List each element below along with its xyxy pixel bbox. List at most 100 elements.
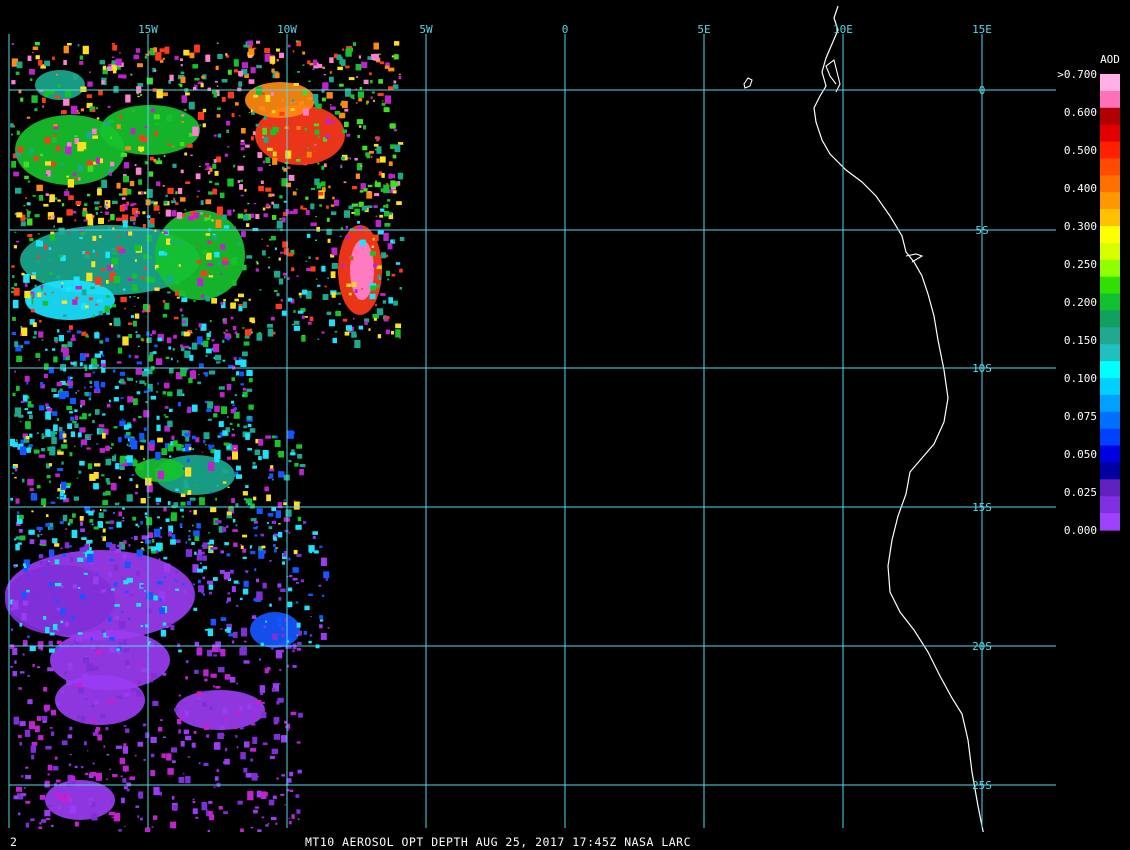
aerosol-pixel <box>192 808 198 815</box>
aerosol-pixel <box>105 251 110 259</box>
aerosol-pixel <box>162 313 168 318</box>
aerosol-pixel <box>213 159 217 163</box>
aerosol-pixel <box>317 338 320 340</box>
aerosol-pixel <box>265 94 271 102</box>
aerosol-pixel <box>149 443 155 451</box>
aerosol-pixel <box>69 726 73 731</box>
aerosol-pixel <box>220 628 223 630</box>
aerosol-pixel <box>36 184 43 192</box>
aerosol-pixel <box>184 268 190 276</box>
aerosol-pixel <box>15 187 22 194</box>
legend-swatch <box>1100 513 1120 531</box>
aerosol-pixel <box>369 293 376 300</box>
aerosol-pixel <box>373 42 379 50</box>
aerosol-pixel <box>92 419 95 424</box>
aerosol-pixel <box>392 190 397 194</box>
aerosol-pixel <box>162 391 167 395</box>
aerosol-pixel <box>296 741 301 744</box>
aerosol-pixel <box>251 615 257 619</box>
aerosol-pixel <box>242 588 249 595</box>
aerosol-pixel <box>281 626 284 631</box>
aerosol-pixel <box>237 242 241 245</box>
aerosol-pixel <box>292 191 297 196</box>
aerosol-pixel <box>280 793 285 796</box>
aerosol-pixel <box>326 217 330 222</box>
aerosol-pixel <box>17 720 20 723</box>
aerosol-pixel <box>394 41 400 46</box>
aerosol-pixel <box>310 266 316 272</box>
aerosol-pixel <box>390 144 395 149</box>
aerosol-pixel <box>79 362 83 367</box>
aerosol-pixel <box>112 369 116 373</box>
aerosol-pixel <box>70 431 76 437</box>
aerosol-pixel <box>40 153 44 157</box>
aerosol-pixel <box>36 716 41 721</box>
aerosol-pixel <box>94 409 100 415</box>
aerosol-pixel <box>106 295 110 298</box>
aerosol-pixel <box>220 725 225 730</box>
aerosol-pixel <box>11 286 14 290</box>
aerosol-pixel <box>118 829 122 832</box>
aerosol-pixel <box>387 271 390 275</box>
aerosol-pixel <box>133 305 136 307</box>
aerosol-pixel <box>247 423 252 428</box>
aerosol-pixel <box>399 287 402 290</box>
aerosol-pixel <box>179 290 186 297</box>
aerosol-pixel <box>185 436 190 442</box>
aerosol-pixel <box>10 628 13 632</box>
aerosol-pixel <box>263 213 268 218</box>
aerosol-pixel <box>39 539 47 545</box>
aerosol-pixel <box>135 380 138 383</box>
aerosol-pixel <box>318 584 322 587</box>
aerosol-pixel <box>391 273 396 277</box>
aerosol-pixel <box>100 381 106 388</box>
legend-swatch <box>1100 496 1120 514</box>
aerosol-pixel <box>297 630 302 636</box>
aerosol-pixel <box>281 649 285 653</box>
aerosol-pixel <box>72 334 75 339</box>
aerosol-pixel <box>140 541 144 543</box>
aerosol-pixel <box>115 58 122 66</box>
aerosol-pixel <box>88 397 92 401</box>
aerosol-pixel <box>109 637 115 641</box>
aerosol-pixel <box>193 509 197 515</box>
aerosol-pixel <box>61 282 64 284</box>
legend-swatch <box>1100 479 1120 497</box>
aerosol-pixel <box>288 532 291 534</box>
aerosol-pixel <box>316 226 320 232</box>
aerosol-pixel <box>63 60 67 65</box>
aerosol-pixel <box>207 461 215 471</box>
aerosol-pixel <box>122 553 127 559</box>
aerosol-pixel <box>285 509 292 517</box>
aerosol-pixel <box>359 87 363 90</box>
aerosol-pixel <box>118 511 122 517</box>
aerosol-pixel <box>134 313 140 319</box>
aerosol-pixel <box>277 583 282 588</box>
aerosol-pixel <box>211 339 215 342</box>
aerosol-pixel <box>241 128 246 134</box>
aerosol-pixel <box>255 578 260 583</box>
aerosol-pixel <box>242 491 248 496</box>
aerosol-pixel <box>125 432 131 436</box>
aerosol-pixel <box>291 814 295 819</box>
aerosol-pixel <box>137 463 144 470</box>
aerosol-pixel <box>383 107 390 113</box>
aerosol-pixel <box>55 341 58 343</box>
aerosol-pixel <box>311 187 316 191</box>
aerosol-pixel <box>383 232 389 241</box>
aerosol-pixel <box>112 455 117 462</box>
aerosol-pixel <box>162 300 166 303</box>
aerosol-pixel <box>280 299 283 302</box>
legend-label: 0.150 <box>1064 334 1097 347</box>
aerosol-pixel <box>181 297 188 303</box>
aerosol-pixel <box>75 177 79 181</box>
aerosol-pixel <box>170 512 177 522</box>
aerosol-pixel <box>340 59 346 67</box>
aerosol-pixel <box>284 618 287 622</box>
aerosol-pixel <box>12 671 17 677</box>
aerosol-pixel <box>216 107 221 110</box>
aerosol-pixel <box>178 729 181 732</box>
aerosol-pixel <box>88 414 91 417</box>
aerosol-pixel <box>57 329 60 333</box>
aerosol-pixel <box>256 333 263 341</box>
